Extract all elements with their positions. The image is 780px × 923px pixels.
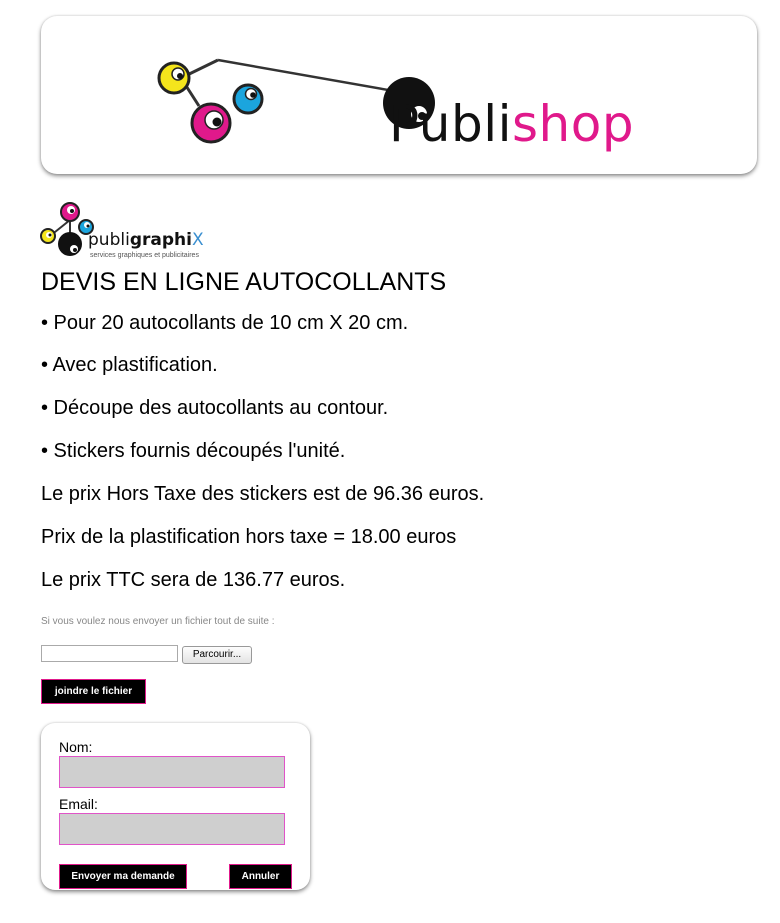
brand-title-part1: Publi [389, 95, 512, 153]
quote-line-delivery: • Stickers fournis découpés l'unité. [41, 440, 346, 462]
wordmark-part3: X [191, 230, 204, 250]
cancel-button[interactable]: Annuler [229, 864, 292, 889]
contact-form: Nom: Email: Envoyer ma demande Annuler [41, 723, 310, 890]
brand-title-part2: shop [511, 95, 635, 153]
quote-line-lamination-price: Prix de la plastification hors taxe = 18… [41, 526, 457, 548]
quote-line-price-ht: Le prix Hors Taxe des stickers est de 96… [41, 483, 485, 505]
attach-file-button[interactable]: joindre le fichier [41, 679, 146, 704]
browse-button[interactable]: Parcourir... [182, 646, 252, 664]
header-banner: Publishop [41, 16, 757, 174]
quote-line-price-ttc: Le prix TTC sera de 136.77 euros. [41, 569, 346, 591]
publigraphix-tagline: services graphiques et publicitaires [90, 252, 199, 259]
page-title: DEVIS EN LIGNE AUTOCOLLANTS [41, 268, 447, 296]
name-field[interactable] [59, 756, 285, 788]
upload-hint: Si vous voulez nous envoyer un fichier t… [41, 616, 275, 627]
name-label: Nom: [59, 739, 93, 755]
publigraphix-logo: publigraphiX services graphiques et publ… [40, 200, 220, 266]
file-path-input[interactable] [41, 645, 178, 662]
quote-line-cutting: • Découpe des autocollants au contour. [41, 397, 389, 419]
email-label: Email: [59, 796, 98, 812]
brand-title: Publishop [389, 96, 634, 152]
send-request-button[interactable]: Envoyer ma demande [59, 864, 187, 889]
wordmark-part1: publi [88, 230, 130, 250]
email-field[interactable] [59, 813, 285, 845]
quote-line-lamination: • Avec plastification. [41, 354, 218, 376]
publigraphix-wordmark: publigraphiX [88, 230, 204, 250]
quote-line-size: • Pour 20 autocollants de 10 cm X 20 cm. [41, 312, 409, 334]
wordmark-part2: graphi [129, 230, 192, 250]
